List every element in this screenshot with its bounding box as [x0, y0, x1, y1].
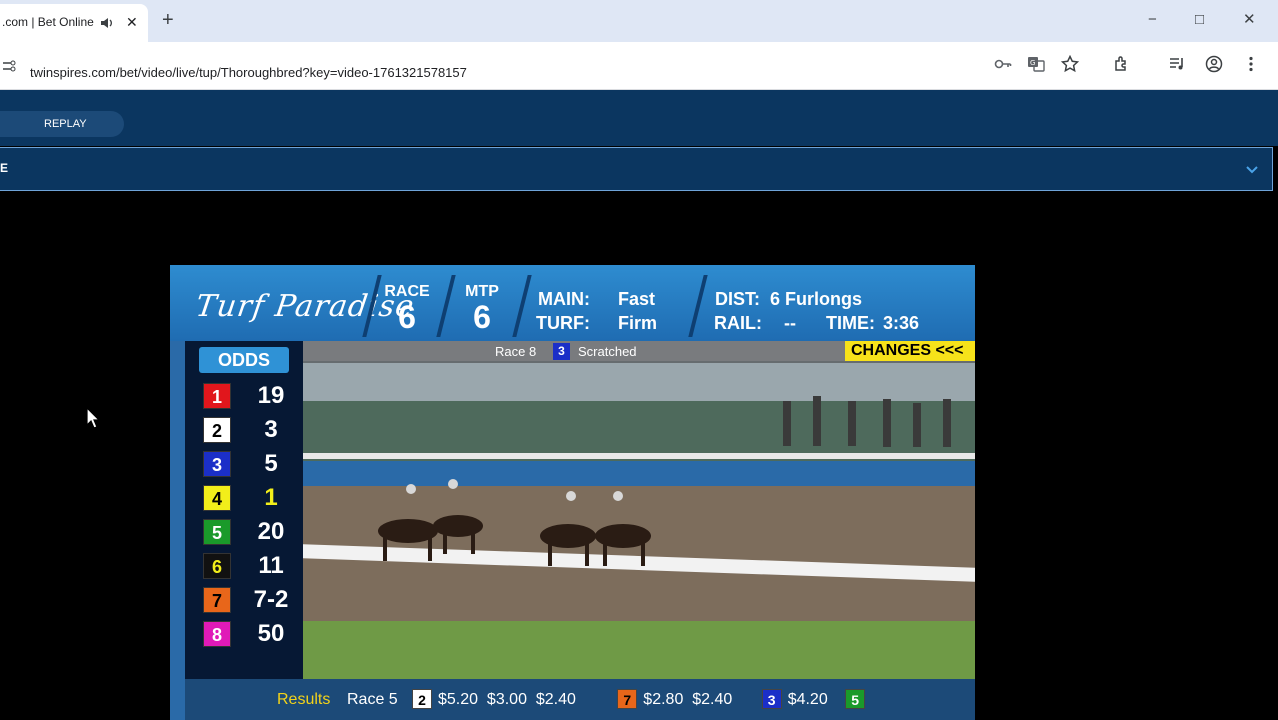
odds-row: 5 20: [203, 517, 303, 545]
program-number: 4: [203, 485, 231, 511]
rail-value: --: [784, 313, 796, 333]
program-number: 3: [203, 451, 231, 477]
mtp-value: 6: [473, 299, 491, 335]
odds-value: 1: [264, 484, 278, 511]
broadcast-header: Turf Paradise RACE 6 MTP 6 MAIN: Fast TU…: [170, 265, 975, 341]
results-program-number: 3: [761, 689, 782, 709]
more-menu-icon[interactable]: [1242, 55, 1260, 73]
odds-row: 8 50: [203, 619, 303, 647]
time-value: 3:36: [883, 313, 920, 333]
turf-value: Firm: [618, 313, 658, 333]
divider: [512, 275, 532, 337]
close-window-button[interactable]: ✕: [1243, 10, 1256, 30]
program-number: 6: [203, 553, 231, 579]
program-number: 2: [203, 417, 231, 443]
odds-row: 7 7-2: [203, 585, 303, 613]
mtp-box: MTP 6: [456, 283, 508, 333]
main-track-label: MAIN:: [538, 289, 590, 309]
site-navbar: REPLAY: [0, 90, 1278, 146]
race-selector-label: E: [0, 161, 9, 175]
site-settings-icon[interactable]: [2, 59, 16, 73]
results-ticker: Results Race 5 2 $5.20 $3.00 $2.40 7 $2.80 …: [185, 679, 975, 720]
address-bar[interactable]: twinspires.com/bet/video/live/tup/Thorou…: [0, 49, 1100, 83]
new-tab-button[interactable]: +: [162, 8, 174, 32]
odds-value: 7-2: [253, 586, 289, 613]
tab-title: .com | Bet Online: [2, 15, 94, 29]
odds-row: 41: [203, 483, 303, 511]
minimize-button[interactable]: −: [1148, 10, 1157, 30]
time-label: TIME:: [826, 313, 875, 333]
results-payouts: $2.80 $2.40: [643, 691, 733, 708]
results-program-number: 5: [845, 689, 866, 709]
horses-and-people-icon: [378, 396, 951, 566]
browser-toolbar: twinspires.com/bet/video/live/tup/Thorou…: [0, 42, 1278, 90]
odds-value: 20: [257, 518, 285, 545]
program-number: 7: [203, 587, 231, 613]
odds-row: 35: [203, 449, 303, 477]
scratch-race: Race 8: [495, 344, 537, 359]
odds-value: 5: [264, 450, 278, 477]
results-label: Results: [277, 691, 331, 708]
divider: [688, 275, 708, 337]
odds-board: ODDS 1 19 2 3 3 5 4 1 5 20 6 11 7 7-2 8 50: [185, 341, 303, 681]
chevron-down-icon[interactable]: [1244, 162, 1260, 178]
odds-value: 3: [264, 416, 278, 443]
tab-close-icon[interactable]: ✕: [126, 14, 138, 30]
odds-header: ODDS: [199, 347, 289, 373]
results-program-number: 2: [412, 689, 432, 709]
race-selector-bar[interactable]: E: [0, 147, 1273, 191]
program-number: 8: [203, 621, 231, 647]
browser-tabstrip: .com | Bet Online ✕ + − □ ✕: [0, 0, 1278, 42]
url-text[interactable]: twinspires.com/bet/video/live/tup/Thorou…: [30, 65, 467, 80]
media-controls-icon[interactable]: [1168, 55, 1186, 73]
turf-label: TURF:: [536, 313, 590, 333]
race-number: 6: [398, 299, 416, 335]
odds-value: 50: [257, 620, 285, 647]
odds-row: 23: [203, 415, 303, 443]
race-number-box: RACE 6: [378, 283, 436, 333]
results-payouts: $5.20 $3.00 $2.40: [438, 691, 576, 708]
results-race: Race 5: [347, 691, 398, 708]
race-video-scene: [303, 341, 975, 681]
key-icon[interactable]: [994, 55, 1012, 73]
maximize-button[interactable]: □: [1195, 10, 1204, 30]
bookmark-star-icon[interactable]: [1061, 55, 1079, 73]
video-player[interactable]: Turf Paradise RACE 6 MTP 6 MAIN: Fast TU…: [170, 265, 975, 720]
distance-value: 6 Furlongs: [770, 289, 863, 309]
results-program-number: 7: [617, 689, 638, 709]
changes-banner: CHANGES <<<: [845, 341, 975, 361]
odds-value: 11: [258, 552, 284, 579]
profile-icon[interactable]: [1205, 55, 1223, 73]
program-number: 1: [203, 383, 231, 409]
odds-row: 6 11: [203, 551, 303, 579]
replay-button[interactable]: REPLAY: [0, 111, 124, 137]
browser-tab[interactable]: .com | Bet Online ✕: [0, 4, 148, 42]
odds-row: 1 19: [203, 381, 303, 409]
rail-label: RAIL:: [714, 313, 762, 333]
speaker-icon[interactable]: [100, 16, 114, 30]
results-payouts: $4.20: [787, 691, 828, 708]
program-number: 5: [203, 519, 231, 545]
translate-icon[interactable]: G: [1027, 55, 1045, 73]
scratch-number: 3: [553, 343, 570, 360]
extensions-icon[interactable]: [1113, 55, 1131, 73]
divider: [436, 275, 456, 337]
distance-label: DIST:: [715, 289, 760, 309]
odds-value: 19: [257, 382, 285, 409]
scratch-status: Scratched: [578, 344, 637, 359]
mouse-cursor-icon: [86, 407, 100, 429]
main-track-value: Fast: [618, 289, 656, 309]
svg-text:G: G: [1030, 59, 1035, 67]
